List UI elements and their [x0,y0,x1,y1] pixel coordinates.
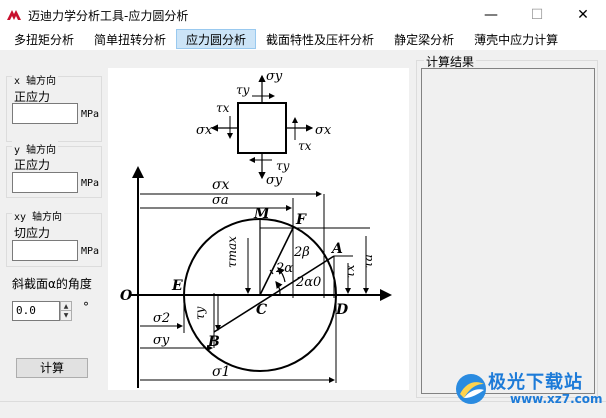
watermark: 极光下载站 www.xz7.com [448,366,606,412]
label-D: D [335,302,349,318]
menu-section-properties[interactable]: 截面特性及压杆分析 [256,29,384,49]
minimize-icon: — [484,7,498,23]
menu-multi-torque[interactable]: 多扭矩分析 [4,29,84,49]
mohr-circle-diagram: σy τy τx σx σx τx τy σy O E C D B A F M … [108,68,409,390]
label-tau-x-right: τx [298,139,312,153]
label-O: O [120,288,133,304]
menu-bar: 多扭矩分析 简单扭转分析 应力圆分析 截面特性及压杆分析 静定梁分析 薄壳中应力… [0,28,606,50]
stress-element [237,102,287,154]
label-sigma-2-dim: σ2 [153,311,170,326]
maximize-icon: ☐ [530,7,544,23]
label-F: F [295,212,307,228]
y-unit-label: MPa [81,178,100,189]
close-icon: ✕ [577,7,589,23]
angle-unit: ° [83,300,89,314]
watermark-logo-icon [456,374,486,404]
label-sigma-x-right: σx [315,123,332,138]
menu-stress-circle[interactable]: 应力圆分析 [176,29,257,49]
label-tau-x-left: τx [216,101,230,115]
xy-shear-stress-input[interactable] [12,240,78,261]
label-two-alpha: 2α [275,261,293,276]
label-sigma-a-dim: σa [212,193,229,208]
label-tau-max: τmax [225,236,239,268]
x-unit-label: MPa [81,109,100,120]
spin-down-icon[interactable]: ▼ [61,311,71,320]
y-axis-heading: y 轴方向 [12,141,59,156]
menu-static-beam[interactable]: 静定梁分析 [384,29,464,49]
x-normal-stress-input[interactable] [12,103,78,124]
label-tau-a: τa [361,254,375,268]
xy-unit-label: MPa [81,246,100,257]
label-A: A [330,241,343,257]
label-sigma-x-dim: σx [212,177,230,193]
window-title: 迈迪力学分析工具-应力圆分析 [28,8,189,23]
label-tau-y-top: τy [236,83,250,97]
xy-field-label: 切应力 [14,226,51,240]
y-normal-stress-input[interactable] [12,172,78,193]
label-sigma-y-dim: σy [153,333,170,348]
minimize-button[interactable]: — [468,0,514,30]
angle-input[interactable]: 0.0 [12,301,60,321]
results-textarea[interactable] [421,68,595,394]
label-E: E [171,278,183,294]
label-sigma-1-dim: σ1 [212,364,230,380]
label-sigma-y-bottom: σy [266,173,283,188]
watermark-text: 极光下载站 [488,372,583,393]
label-M: M [253,206,270,222]
label-tau-y-bottom: τy [276,159,290,173]
angle-spinner[interactable]: ▲ ▼ [60,301,72,321]
label-tau-x-dim: τx [343,264,357,278]
title-bar: 迈迪力学分析工具-应力圆分析 — ☐ ✕ [0,0,606,30]
x-axis-heading: x 轴方向 [12,72,59,87]
close-button[interactable]: ✕ [560,0,606,30]
app-logo-icon [7,10,21,20]
label-two-beta: 2β [293,245,310,260]
mohr-circle-svg: σy τy τx σx σx τx τy σy O E C D B A F M … [120,69,392,388]
menu-simple-torsion[interactable]: 简单扭转分析 [84,29,176,49]
label-C: C [256,302,267,318]
spin-up-icon[interactable]: ▲ [61,302,71,311]
menu-thin-shell[interactable]: 薄壳中应力计算 [464,29,568,49]
label-sigma-y-top: σy [266,69,283,84]
angle-label: 斜截面α的角度 [12,277,92,291]
label-two-alpha-0: 2α0 [295,275,321,290]
watermark-url: www.xz7.com [510,392,603,406]
label-tau-y-dim: τy [193,306,207,320]
maximize-button[interactable]: ☐ [514,0,560,30]
y-field-label: 正应力 [14,158,51,172]
calculate-button[interactable]: 计算 [16,358,88,378]
label-B: B [207,334,220,350]
label-sigma-x-left: σx [196,123,213,138]
xy-axis-heading: xy 轴方向 [12,208,65,223]
